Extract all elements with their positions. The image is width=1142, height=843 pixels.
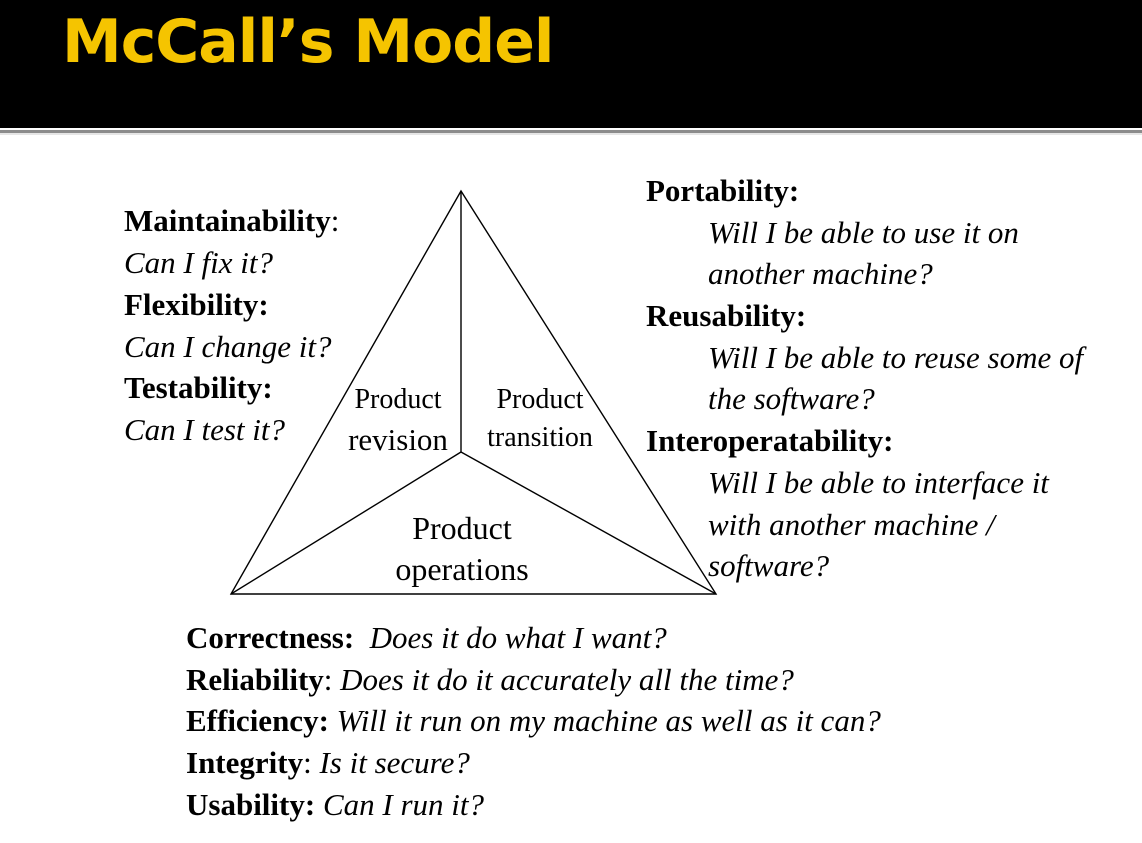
usability-question: Can I run it? (322, 787, 484, 822)
region-transition-line1: Product (496, 384, 584, 415)
region-operations-line2: operations (395, 551, 529, 587)
testability-question: Can I test it? (124, 412, 286, 447)
reusability-question-line2: the software? (708, 381, 875, 416)
integrity-row: Integrity: Is it secure? (186, 745, 470, 780)
interoperatability-question-line3: software? (708, 548, 830, 583)
maintainability-label: Maintainability (124, 203, 331, 238)
region-product-operations: Product operations (380, 512, 544, 585)
reusability-label: Reusability: (646, 298, 807, 333)
interoperatability-label: Interoperatability: (646, 423, 894, 458)
interoperatability-question-line1: Will I be able to interface it (708, 465, 1049, 500)
interoperatability-question-line2: with another machine / (708, 507, 995, 542)
efficiency-label: Efficiency: (186, 703, 329, 738)
efficiency-question: Will it run on my machine as well as it … (336, 703, 881, 738)
correctness-row: Correctness: Does it do what I want? (186, 622, 667, 653)
region-operations-line1: Product (412, 510, 512, 546)
maintainability-colon: : (330, 203, 340, 238)
usability-label: Usability: (186, 787, 316, 822)
testability-label: Testability: (124, 370, 273, 405)
usability-row: Usability: Can I run it? (186, 789, 484, 820)
region-revision-line1: Product (354, 384, 442, 415)
efficiency-row: Efficiency: Will it run on my machine as… (186, 705, 881, 736)
correctness-question: Does it do what I want? (369, 620, 667, 655)
region-product-transition: Product transition (474, 386, 606, 452)
flexibility-label: Flexibility: (124, 287, 269, 322)
integrity-question: Is it secure? (319, 745, 470, 780)
maintainability-row: Maintainability: (124, 205, 339, 236)
reliability-question: Does it do it accurately all the time? (340, 662, 794, 697)
flexibility-question: Can I change it? (124, 329, 332, 364)
region-revision-line2: revision (348, 422, 448, 457)
portability-question-line1: Will I be able to use it on (708, 215, 1019, 250)
integrity-label: Integrity (186, 745, 304, 780)
portability-question-line2: another machine? (708, 256, 933, 291)
maintainability-question: Can I fix it? (124, 245, 273, 280)
reliability-row: Reliability: Does it do it accurately al… (186, 662, 794, 697)
portability-label: Portability: (646, 173, 800, 208)
reusability-question-line1: Will I be able to reuse some of (708, 340, 1084, 375)
correctness-label: Correctness: (186, 620, 355, 655)
region-product-revision: Product revision (340, 384, 456, 457)
reliability-label: Reliability (186, 662, 324, 697)
region-transition-line2: transition (487, 422, 593, 453)
